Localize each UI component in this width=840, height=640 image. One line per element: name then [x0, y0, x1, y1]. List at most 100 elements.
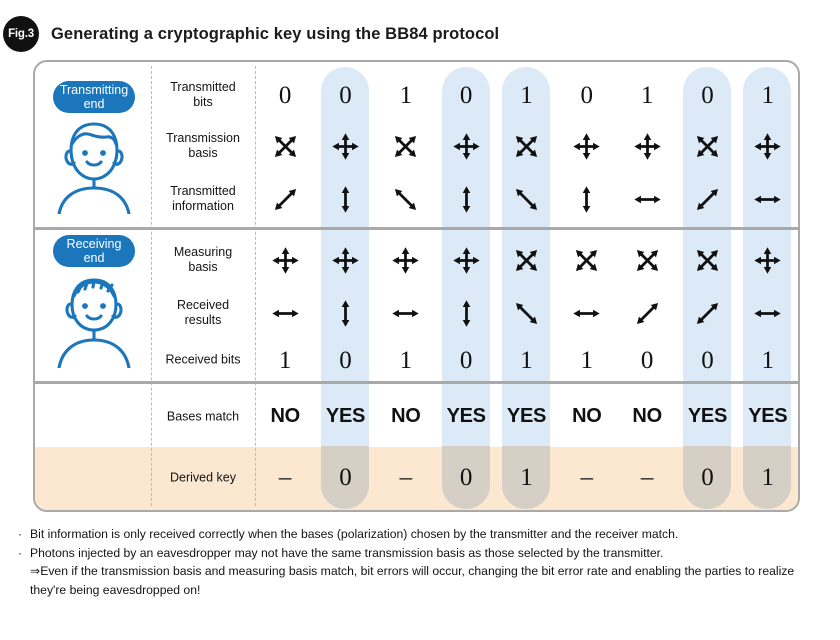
- row-derived-key-value: 1: [761, 464, 775, 491]
- vertical-arrow-icon: [462, 185, 470, 213]
- row-transmission-basis: Transmission basis: [35, 120, 798, 172]
- row-transmitted-information-cell: [677, 183, 737, 216]
- row-received-bits-value: 1: [399, 346, 413, 374]
- x-arrow-icon: [636, 249, 658, 271]
- diag-up-arrow-icon: [636, 302, 658, 324]
- row-bases-match-value: NO: [391, 405, 421, 427]
- row-derived-key-cell: –: [376, 464, 436, 492]
- footnote-text: Photons injected by an eavesdropper may …: [30, 545, 664, 560]
- row-received-bits-cell: 0: [677, 348, 737, 373]
- row-bases-match-cell: YES: [677, 405, 737, 428]
- row-label-line: basis: [188, 260, 218, 274]
- row-transmitted-bits-value: 0: [580, 81, 594, 109]
- horizontal-arrow-icon: [271, 309, 299, 317]
- row-bases-match-value: NO: [572, 405, 602, 427]
- row-transmitted-bits-label: Transmitted bits: [151, 80, 255, 111]
- row-label-line: Transmission: [166, 130, 240, 145]
- plus-arrow-icon: [392, 246, 420, 274]
- row-bases-match: Bases match NO YES NO YES YES NO NO YES YES: [35, 389, 798, 444]
- row-transmission-basis-cell: [738, 130, 798, 163]
- row-bases-match-cell: YES: [436, 405, 496, 428]
- row-transmission-basis-cell: [376, 130, 436, 163]
- row-label-line: information: [172, 199, 234, 213]
- row-label-line: results: [184, 313, 222, 327]
- row-derived-key-cell: –: [557, 464, 617, 492]
- row-transmitted-bits-value: 1: [520, 81, 533, 109]
- row-derived-key-value: 1: [520, 464, 533, 491]
- plus-arrow-icon: [332, 132, 359, 160]
- row-label-line: Derived key: [170, 470, 236, 485]
- row-bases-match-value: NO: [632, 405, 662, 427]
- row-transmitted-bits-cell: 0: [436, 83, 496, 108]
- plus-arrow-icon: [271, 246, 299, 274]
- row-received-bits-value: 0: [701, 346, 714, 374]
- row-transmission-basis-cell: [255, 130, 315, 163]
- row-received-results-cell: [436, 297, 496, 330]
- figure-number-badge: Fig.3: [3, 16, 39, 52]
- x-arrow-icon: [515, 249, 538, 271]
- row-label-line: bits: [193, 95, 213, 109]
- row-received-bits-value: 1: [278, 346, 292, 374]
- row-received-bits-value: 1: [761, 346, 775, 374]
- row-derived-key: Derived key – 0 – 0 1 – – 0 1: [35, 447, 798, 509]
- page-title: Generating a cryptographic key using the…: [51, 24, 500, 43]
- plus-arrow-icon: [573, 132, 600, 160]
- row-bases-match-cell: NO: [617, 405, 677, 428]
- row-measuring-basis-label: Measuring basis: [151, 245, 255, 276]
- row-derived-key-label: Derived key: [151, 470, 255, 485]
- row-measuring-basis-cell: [738, 244, 798, 277]
- plus-arrow-icon: [332, 246, 359, 274]
- row-transmitted-bits-cell: 0: [315, 83, 375, 108]
- row-transmitted-bits-cell: 1: [617, 83, 677, 108]
- row-bases-match-value: NO: [270, 405, 300, 427]
- diag-down-arrow-icon: [515, 302, 538, 324]
- row-measuring-basis: Measuring basis: [35, 234, 798, 286]
- vertical-arrow-icon: [462, 299, 470, 327]
- row-received-bits-cell: 1: [255, 348, 315, 373]
- bullet-icon: ·: [18, 527, 23, 541]
- row-received-bits-label: Received bits: [151, 352, 255, 367]
- row-received-results-cell: [677, 297, 737, 330]
- row-bases-match-label: Bases match: [151, 409, 255, 424]
- row-bases-match-cell: YES: [496, 405, 556, 428]
- row-received-bits-value: 1: [520, 346, 533, 374]
- row-transmitted-information-cell: [617, 183, 677, 216]
- row-transmitted-information-label: Transmitted information: [151, 184, 255, 215]
- row-derived-key-cell: –: [255, 464, 315, 492]
- row-received-results-label: Received results: [151, 298, 255, 329]
- row-derived-key-value: –: [640, 464, 654, 491]
- row-label-line: Transmitted: [170, 183, 236, 198]
- vertical-arrow-icon: [341, 299, 350, 327]
- row-transmission-basis-cell: [436, 130, 496, 163]
- row-received-results-cell: [376, 297, 436, 330]
- row-transmitted-bits-cell: 0: [557, 83, 617, 108]
- row-label-line: Received: [176, 297, 230, 312]
- figure-header: Fig.3 Generating a cryptographic key usi…: [0, 14, 840, 54]
- footnote-subnote: ⇒Even if the transmission basis and meas…: [30, 564, 795, 597]
- row-derived-key-value: 0: [339, 464, 352, 491]
- row-measuring-basis-cell: [617, 244, 677, 277]
- row-received-results-cell: [617, 297, 677, 330]
- row-measuring-basis-cell: [496, 244, 556, 277]
- horizontal-arrow-icon: [573, 309, 600, 317]
- row-transmitted-information-cell: [315, 183, 375, 216]
- row-transmitted-bits-value: 1: [640, 81, 654, 109]
- row-measuring-basis-cell: [557, 244, 617, 277]
- row-measuring-basis-cell: [376, 244, 436, 277]
- row-transmission-basis-cell: [677, 130, 737, 163]
- row-received-results-cell: [255, 297, 315, 330]
- row-derived-key-cell: 1: [496, 464, 556, 492]
- row-received-bits-value: 0: [640, 346, 654, 374]
- row-bases-match-cell: NO: [255, 405, 315, 428]
- diag-up-arrow-icon: [274, 188, 296, 210]
- row-bases-match-cell: YES: [315, 405, 375, 428]
- horizontal-arrow-icon: [392, 309, 420, 317]
- bullet-icon: ·: [18, 545, 23, 560]
- row-received-bits-value: 0: [339, 346, 352, 374]
- row-transmitted-bits-cell: 1: [496, 83, 556, 108]
- row-label-line: Bases match: [166, 408, 240, 423]
- row-received-bits-value: 1: [580, 346, 594, 374]
- row-transmission-basis-cell: [496, 130, 556, 163]
- row-transmitted-bits-value: 1: [399, 81, 413, 109]
- horizontal-arrow-icon: [633, 195, 661, 203]
